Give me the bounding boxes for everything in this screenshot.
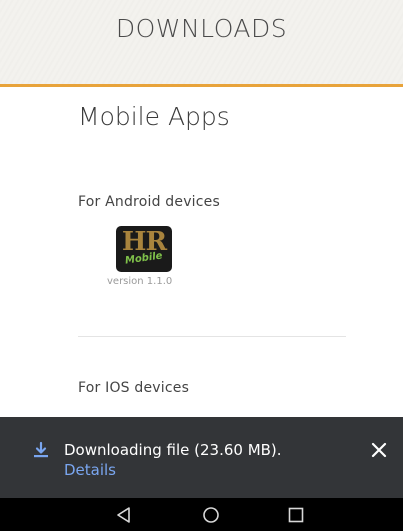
- download-notification: Downloading file (23.60 MB). Details: [0, 417, 403, 498]
- header-accent-rule: [0, 84, 403, 87]
- page-title: DOWNLOADS: [115, 14, 288, 43]
- back-icon[interactable]: [113, 504, 135, 526]
- home-icon[interactable]: [200, 504, 222, 526]
- close-icon[interactable]: [368, 439, 390, 461]
- android-app-download-icon[interactable]: HR Mobile: [116, 226, 172, 272]
- android-devices-label: For Android devices: [78, 194, 220, 210]
- download-status-text: Downloading file (23.60 MB).: [64, 441, 282, 459]
- app-version: version 1.1.0: [107, 276, 173, 287]
- ios-devices-label: For IOS devices: [78, 380, 190, 396]
- section-title: Mobile Apps: [78, 102, 230, 131]
- section-divider: [78, 336, 346, 337]
- download-icon: [34, 441, 48, 458]
- page-header: DOWNLOADS: [0, 0, 403, 84]
- download-details-link[interactable]: Details: [64, 461, 116, 479]
- system-nav-bar: [0, 498, 403, 531]
- recents-icon[interactable]: [285, 504, 307, 526]
